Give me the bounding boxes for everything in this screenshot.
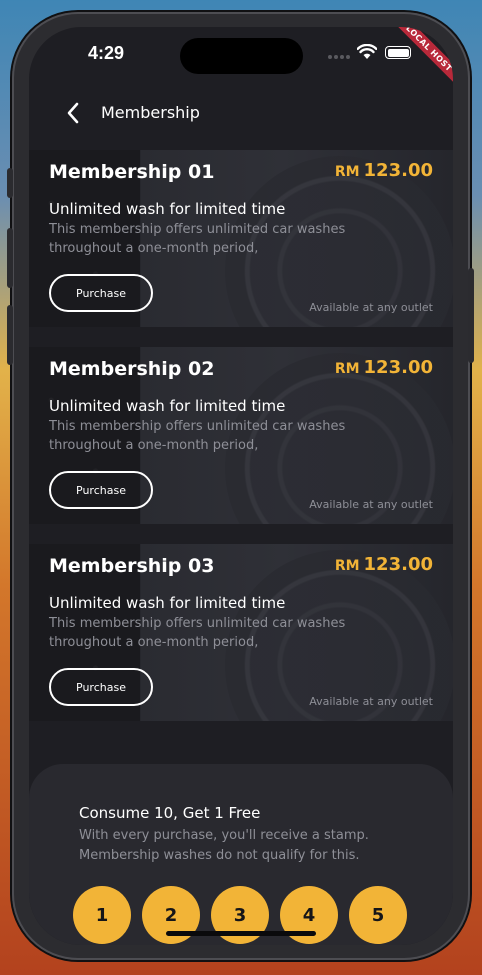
purchase-button[interactable]: Purchase	[49, 668, 153, 706]
stamp-card-title: Consume 10, Get 1 Free	[79, 804, 261, 822]
app-header: Membership	[29, 87, 453, 149]
status-bar: 4:29 LOCAL HOST	[29, 27, 453, 89]
stamp-description-line-2: Membership washes do not qualify for thi…	[79, 848, 360, 863]
membership-card-3: Membership 03 RM 123.00 Unlimited wash fo…	[29, 544, 453, 721]
stamp-description-line-1: With every purchase, you'll receive a st…	[79, 828, 369, 843]
price-amount: 123.00	[363, 554, 433, 575]
dynamic-island	[180, 38, 303, 74]
membership-subtitle: Unlimited wash for limited time	[49, 200, 286, 218]
stamp-5: 5	[349, 886, 407, 944]
app-screen: 4:29 LOCAL HOST Membership Membership 01…	[29, 27, 453, 945]
side-button-action	[7, 168, 13, 198]
membership-description: This membership offers unlimited car was…	[49, 616, 346, 650]
membership-card-1: Membership 01 RM 123.00 Unlimited wash fo…	[29, 150, 453, 327]
back-button[interactable]	[60, 99, 88, 127]
debug-banner-label: LOCAL HOST	[389, 27, 453, 89]
price-currency: RM	[334, 558, 360, 574]
stamp-card-panel: Consume 10, Get 1 Free With every purcha…	[29, 764, 453, 945]
side-button-volume-up	[7, 228, 13, 288]
price-currency: RM	[334, 361, 360, 377]
side-button-volume-down	[7, 305, 13, 365]
purchase-button[interactable]: Purchase	[49, 274, 153, 312]
membership-price: RM 123.00	[335, 554, 433, 575]
membership-subtitle: Unlimited wash for limited time	[49, 397, 286, 415]
stamp-1: 1	[73, 886, 131, 944]
status-time: 4:29	[88, 43, 125, 63]
wifi-icon	[357, 44, 377, 59]
chevron-left-icon	[67, 102, 79, 124]
availability-note: Available at any outlet	[309, 695, 433, 708]
membership-subtitle: Unlimited wash for limited time	[49, 594, 286, 612]
side-button-power	[468, 268, 474, 363]
membership-name: Membership 01	[49, 161, 215, 183]
cellular-signal-icon	[328, 55, 350, 59]
purchase-button[interactable]: Purchase	[49, 471, 153, 509]
membership-name: Membership 03	[49, 555, 215, 577]
membership-price: RM 123.00	[335, 357, 433, 378]
price-amount: 123.00	[363, 160, 433, 181]
membership-name: Membership 02	[49, 358, 215, 380]
home-indicator[interactable]	[166, 931, 316, 936]
stamp-card-description: With every purchase, you'll receive a st…	[79, 826, 369, 866]
membership-card-2: Membership 02 RM 123.00 Unlimited wash fo…	[29, 347, 453, 524]
price-currency: RM	[334, 164, 360, 180]
page-title: Membership	[101, 103, 200, 122]
membership-price: RM 123.00	[335, 160, 433, 181]
membership-description: This membership offers unlimited car was…	[49, 419, 346, 453]
availability-note: Available at any outlet	[309, 498, 433, 511]
availability-note: Available at any outlet	[309, 301, 433, 314]
membership-description: This membership offers unlimited car was…	[49, 222, 346, 256]
price-amount: 123.00	[363, 357, 433, 378]
